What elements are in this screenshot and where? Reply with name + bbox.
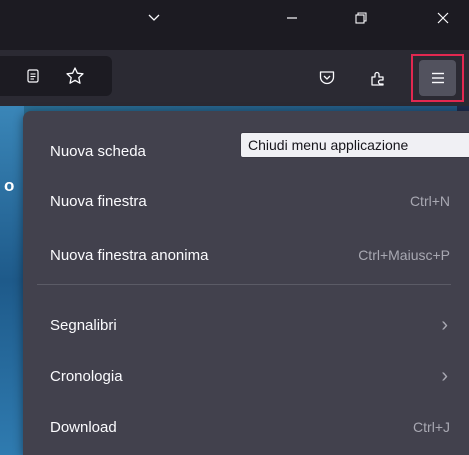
chevron-down-icon[interactable] bbox=[131, 0, 177, 36]
menu-item-label: Nuova finestra anonima bbox=[50, 246, 209, 264]
pocket-icon[interactable] bbox=[312, 63, 342, 93]
app-menu-panel: Nuova scheda Nuova finestra Ctrl+N Nuova… bbox=[23, 111, 469, 455]
menu-item-label: Download bbox=[50, 418, 117, 436]
menu-item-shortcut: Ctrl+Maiusc+P bbox=[358, 247, 450, 263]
menu-item-label: Cronologia bbox=[50, 367, 123, 385]
menu-item-new-window[interactable]: Nuova finestra Ctrl+N bbox=[50, 185, 450, 217]
url-bar[interactable] bbox=[0, 56, 112, 96]
extensions-icon[interactable] bbox=[363, 63, 393, 93]
navigation-toolbar bbox=[0, 50, 469, 106]
reader-view-icon[interactable] bbox=[18, 61, 48, 91]
tooltip: Chiudi menu applicazione bbox=[240, 132, 469, 158]
menu-item-shortcut: Ctrl+J bbox=[413, 419, 450, 435]
page-text-fragment: o bbox=[4, 176, 15, 195]
app-menu-icon bbox=[419, 60, 456, 96]
restore-icon[interactable] bbox=[338, 0, 384, 36]
minimize-icon[interactable] bbox=[269, 0, 315, 36]
title-bar bbox=[0, 0, 469, 50]
menu-item-history[interactable]: Cronologia › bbox=[50, 360, 450, 392]
chevron-right-icon: › bbox=[441, 364, 448, 387]
page-background-image bbox=[0, 106, 24, 455]
menu-item-label: Segnalibri bbox=[50, 316, 117, 334]
app-menu-button[interactable] bbox=[411, 54, 464, 102]
menu-item-downloads[interactable]: Download Ctrl+J bbox=[50, 411, 450, 443]
menu-item-bookmarks[interactable]: Segnalibri › bbox=[50, 309, 450, 341]
close-icon[interactable] bbox=[420, 0, 466, 36]
menu-item-shortcut: Ctrl+N bbox=[409, 193, 450, 209]
chevron-right-icon: › bbox=[441, 313, 448, 336]
menu-item-new-private-window[interactable]: Nuova finestra anonima Ctrl+Maiusc+P bbox=[50, 239, 450, 271]
bookmark-star-icon[interactable] bbox=[60, 61, 90, 91]
menu-item-label: Nuova finestra bbox=[50, 192, 147, 210]
menu-separator bbox=[37, 284, 451, 285]
